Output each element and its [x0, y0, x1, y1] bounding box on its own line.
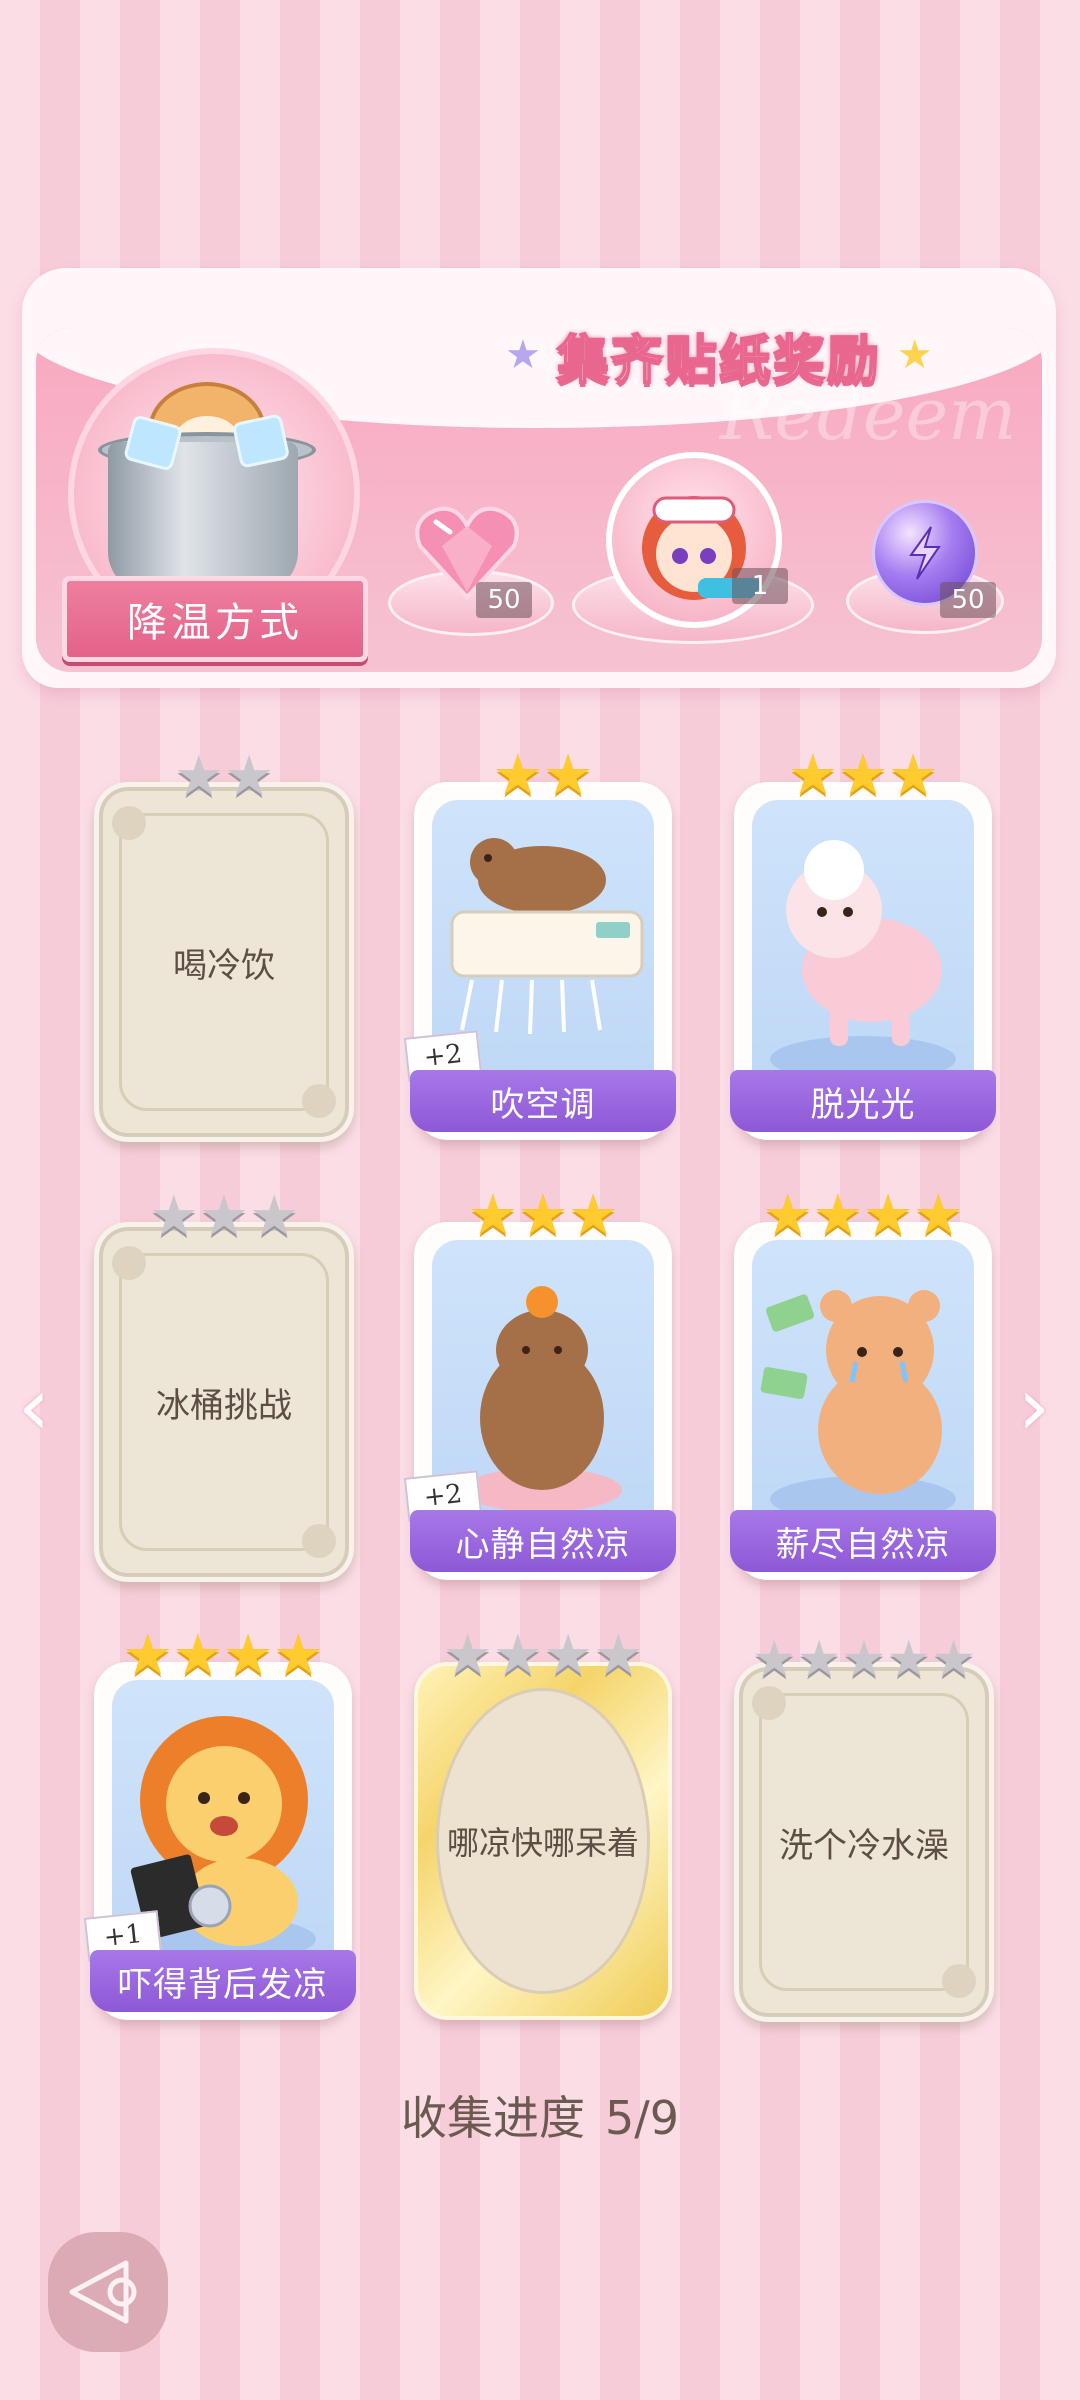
star-rating: ★ ★ ★ [418, 1188, 668, 1244]
reward-count: 50 [940, 582, 996, 618]
card-name: 洗个冷水澡 [779, 1825, 949, 1866]
star-filled-icon: ★ [812, 1183, 863, 1248]
sticker-card-locked[interactable]: ★ ★ 喝冷饮 [94, 749, 354, 1142]
sticker-card-collected[interactable]: ★ ★ +2 吹空调 [403, 748, 676, 1140]
card-name: 吓得背后发凉 [90, 1950, 356, 2012]
banner-title: 集齐贴纸奖励 [556, 329, 881, 392]
star-filled-icon: ★ [172, 1623, 223, 1688]
reward-count: 1 [732, 568, 788, 604]
star-filled-icon: ★ [492, 743, 543, 808]
star-filled-icon: ★ [837, 743, 889, 808]
gold-star-icon: ★ [896, 332, 933, 378]
star-filled-icon: ★ [273, 1623, 324, 1688]
star-filled-icon: ★ [913, 1183, 964, 1248]
star-filled-icon: ★ [223, 1623, 274, 1688]
star-rating: ★ ★ ★ ★ [738, 1188, 988, 1244]
card-name: 冰桶挑战 [156, 1385, 292, 1426]
sticker-card-collected[interactable]: ★ ★ ★ ★ +1 吓得背后发凉 [83, 1628, 356, 2020]
star-filled-icon: ★ [787, 743, 838, 808]
sticker-card-collected[interactable]: ★ ★ ★ ★ 薪尽自然凉 [730, 1188, 996, 1580]
category-label: 降温方式 [127, 600, 303, 646]
card-name: 心静自然凉 [410, 1510, 676, 1572]
star-rating: ★ ★ ★ [738, 748, 988, 804]
sticker-card-locked-gold[interactable]: ★ ★ ★ ★ 哪凉快哪呆着 [414, 1628, 672, 2020]
progress-value: 5/9 [604, 2091, 680, 2145]
banner-title-group: ★ 集齐贴纸奖励 ★ [505, 320, 1005, 392]
category-ribbon: 降温方式 [62, 576, 368, 662]
back-button[interactable] [48, 2232, 168, 2352]
card-name: 哪凉快哪呆着 [446, 1824, 639, 1862]
star-filled-icon: ★ [762, 1183, 813, 1248]
back-arrow-icon [69, 2260, 137, 2324]
sticker-card-locked[interactable]: ★ ★ ★ ★ ★ 洗个冷水澡 [734, 1631, 994, 2022]
star-filled-icon: ★ [122, 1623, 173, 1688]
star-filled-icon: ★ [543, 743, 594, 808]
chevron-left-icon[interactable]: ‹ [18, 1360, 50, 1453]
purple-star-icon: ★ [505, 332, 541, 378]
star-filled-icon: ★ [467, 1183, 518, 1248]
star-filled-icon: ★ [517, 1183, 569, 1248]
sticker-card-collected[interactable]: ★ ★ ★ +2 心静自然凉 [403, 1188, 676, 1580]
sticker-card-collected[interactable]: ★ ★ ★ 脱光光 [730, 748, 996, 1140]
card-name: 喝冷饮 [173, 945, 275, 986]
star-rating: ★ ★ [418, 748, 668, 804]
star-filled-icon: ★ [863, 1183, 914, 1248]
card-name: 脱光光 [730, 1070, 996, 1132]
reward-count: 50 [476, 582, 532, 618]
star-filled-icon: ★ [888, 743, 939, 808]
card-name: 薪尽自然凉 [730, 1510, 996, 1572]
sticker-card-locked[interactable]: ★ ★ ★ 冰桶挑战 [94, 1189, 354, 1582]
chevron-right-icon[interactable]: › [1018, 1360, 1050, 1453]
collection-progress: 收集进度 5/9 [0, 2082, 1080, 2148]
card-name: 吹空调 [410, 1070, 676, 1132]
star-filled-icon: ★ [568, 1183, 619, 1248]
progress-label: 收集进度 [400, 2091, 585, 2145]
star-rating: ★ ★ ★ ★ [98, 1628, 348, 1684]
ice-bucket-icon [108, 442, 298, 592]
